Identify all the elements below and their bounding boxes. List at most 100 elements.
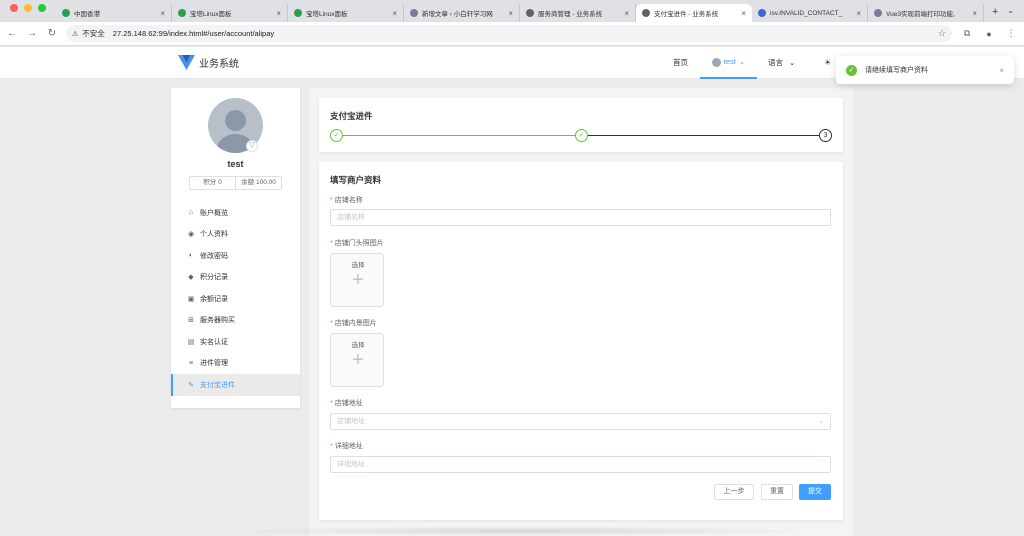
browser-tab[interactable]: 宝塔Linux面板 × xyxy=(172,4,288,22)
close-tab-icon[interactable]: × xyxy=(624,9,629,18)
sidebar-item[interactable]: ◆ 积分记录 xyxy=(171,267,300,289)
store-address-select[interactable]: 店铺地址 ⌄ xyxy=(330,413,831,430)
sidebar-item[interactable]: ≡ 进件管理 xyxy=(171,353,300,375)
prev-step-button[interactable]: 上一步 xyxy=(714,484,754,500)
browser-tab-bar: 中国香港 × 宝塔Linux面板 × 宝塔Linux面板 × 新增文章 ‹ 小白轩学习网 × 服… xyxy=(0,0,1024,22)
favicon-icon xyxy=(62,9,70,17)
sidebar-menu: ⌂ 账户概览 ◉ 个人资料 ◐ 修改密码 ◆ 积分记录 ▣ 余额记录 ⊞ 服务器购买 ▤ 实名认证 ≡ 进件管… xyxy=(171,202,300,396)
minimize-window-button[interactable] xyxy=(24,4,32,12)
sidebar-item-label: 服务器购买 xyxy=(200,317,235,325)
account-sidebar: ▽ test 积分 0 余额 100.00 ⌂ 账户概览 ◉ 个人资料 ◐ 修改密码 ◆ 积分… xyxy=(171,88,300,408)
sidebar-item-label: 实名认证 xyxy=(200,338,228,346)
tab-title: 宝塔Linux面板 xyxy=(306,11,348,18)
favicon-icon xyxy=(526,9,534,17)
profile-icon[interactable]: ● xyxy=(982,29,996,39)
warning-icon[interactable]: ⚠ xyxy=(72,30,78,38)
extensions-icon[interactable]: ⧉ xyxy=(960,28,974,39)
detail-address-input[interactable]: 详细地址 xyxy=(330,456,831,473)
steps-card: 支付宝进件 ✓ ✓ 3 xyxy=(319,98,843,152)
toast-message: 请继续填写商户资料 xyxy=(865,67,928,74)
verified-badge-icon: ▽ xyxy=(246,140,258,152)
browser-tab[interactable]: 中国香港 × xyxy=(56,4,172,22)
browser-tab[interactable]: 新增文章 ‹ 小白轩学习网 × xyxy=(404,4,520,22)
step-2-check-icon: ✓ xyxy=(575,129,588,142)
sidebar-item[interactable]: ▣ 余额记录 xyxy=(171,288,300,310)
interior-image-upload[interactable]: 选择 + xyxy=(330,333,384,387)
logo-icon xyxy=(178,55,195,70)
sidebar-item[interactable]: ◉ 个人资料 xyxy=(171,224,300,246)
shield-icon: ◐ xyxy=(188,252,194,260)
back-icon[interactable]: ← xyxy=(6,28,18,39)
sidebar-item-label: 修改密码 xyxy=(200,252,228,260)
store-address-placeholder: 店铺地址 xyxy=(337,418,365,425)
close-tab-icon[interactable]: × xyxy=(856,9,861,18)
tab-title: 支付宝进件 - 业务系统 xyxy=(654,11,719,18)
edit-icon: ✎ xyxy=(188,381,194,389)
bookmark-star-icon[interactable]: ☆ xyxy=(938,28,946,39)
favicon-icon xyxy=(874,9,882,17)
chevron-down-icon: ⌄ xyxy=(789,58,796,67)
favicon-icon xyxy=(178,9,186,17)
close-tab-icon[interactable]: × xyxy=(160,9,165,18)
store-address-label: * 店铺地址 xyxy=(330,400,363,407)
close-tab-icon[interactable]: × xyxy=(392,9,397,18)
address-toolbar: ← → ↻ ⚠ 不安全 27.25.148.62:99/index.html#/… xyxy=(0,22,1024,46)
more-menu-icon[interactable]: ⋮ xyxy=(1004,28,1018,39)
sidebar-item[interactable]: ▤ 实名认证 xyxy=(171,331,300,353)
insecure-label[interactable]: 不安全 xyxy=(82,28,105,39)
user-circle-icon: ◉ xyxy=(187,231,195,239)
form-title: 填写商户资料 xyxy=(330,175,382,185)
maximize-window-button[interactable] xyxy=(38,4,46,12)
theme-toggle-icon[interactable]: ☀ xyxy=(824,47,831,79)
brand-logo[interactable]: 业务系统 xyxy=(178,54,239,70)
avatar xyxy=(711,57,721,67)
close-tab-icon[interactable]: × xyxy=(972,9,977,18)
chevron-down-icon: ⌄ xyxy=(818,418,824,425)
sidebar-item[interactable]: ◐ 修改密码 xyxy=(171,245,300,267)
close-tab-icon[interactable]: × xyxy=(741,9,746,18)
close-tab-icon[interactable]: × xyxy=(276,9,281,18)
favicon-icon xyxy=(294,9,302,17)
sidebar-item-label: 账户概览 xyxy=(200,209,228,217)
close-window-button[interactable] xyxy=(10,4,18,12)
detail-address-label: * 详细地址 xyxy=(330,443,363,450)
new-tab-button[interactable]: + xyxy=(984,6,1006,22)
browser-tab[interactable]: 支付宝进件 - 业务系统 × xyxy=(636,4,752,22)
page-shadow xyxy=(220,526,820,536)
nav-language-menu[interactable]: 语言 ⌄ xyxy=(768,47,795,79)
favicon-icon xyxy=(758,9,766,17)
storefront-image-label: * 店铺门头照图片 xyxy=(330,240,384,247)
submit-button[interactable]: 提交 xyxy=(799,484,831,500)
browser-tab[interactable]: 宝塔Linux面板 × xyxy=(288,4,404,22)
reset-button[interactable]: 重置 xyxy=(761,484,793,500)
url-text[interactable]: 27.25.148.62:99/index.html#/user/account… xyxy=(113,29,274,38)
step-1-check-icon: ✓ xyxy=(330,129,343,142)
tab-title: 服务商管理 - 业务系统 xyxy=(538,11,603,18)
sidebar-item-label: 进件管理 xyxy=(200,360,228,368)
nav-home[interactable]: 首页 xyxy=(673,47,688,79)
storefront-image-upload[interactable]: 选择 + xyxy=(330,253,384,307)
interior-image-label: * 店铺内景图片 xyxy=(330,320,377,327)
store-name-input[interactable]: 店铺名称 xyxy=(330,209,831,226)
browser-tab[interactable]: isv.INVALID_CONTACT_ × xyxy=(752,4,868,22)
browser-tab[interactable]: 服务商管理 - 业务系统 × xyxy=(520,4,636,22)
nav-user-label: test xyxy=(723,57,736,66)
profile-username: test xyxy=(227,159,244,169)
sidebar-item[interactable]: ⊞ 服务器购买 xyxy=(171,310,300,332)
tab-search-icon[interactable]: ⌄ xyxy=(1007,6,1014,15)
close-tab-icon[interactable]: × xyxy=(508,9,513,18)
tab-title: isv.INVALID_CONTACT_ xyxy=(770,9,843,17)
sidebar-item-label: 积分记录 xyxy=(200,274,228,282)
sidebar-item[interactable]: ✎ 支付宝进件 xyxy=(171,374,300,396)
progress-steps: ✓ ✓ 3 xyxy=(330,129,832,143)
url-bar[interactable]: ⚠ 不安全 27.25.148.62:99/index.html#/user/a… xyxy=(66,25,952,42)
toast-close-icon[interactable]: × xyxy=(999,66,1004,75)
nav-user-menu[interactable]: test ⌄ xyxy=(700,47,757,79)
sidebar-item[interactable]: ⌂ 账户概览 xyxy=(171,202,300,224)
store-name-label: * 店铺名称 xyxy=(330,197,363,204)
profile-stats: 积分 0 余额 100.00 xyxy=(189,176,282,190)
reload-icon[interactable]: ↻ xyxy=(46,28,58,39)
forward-icon[interactable]: → xyxy=(26,28,38,39)
browser-tab[interactable]: Vue3实现前端打印功能, × xyxy=(868,4,984,22)
merchant-form-card: 填写商户资料 * 店铺名称 店铺名称 * 店铺门头照图片 选择 + * 店铺内景图片 … xyxy=(319,162,843,520)
